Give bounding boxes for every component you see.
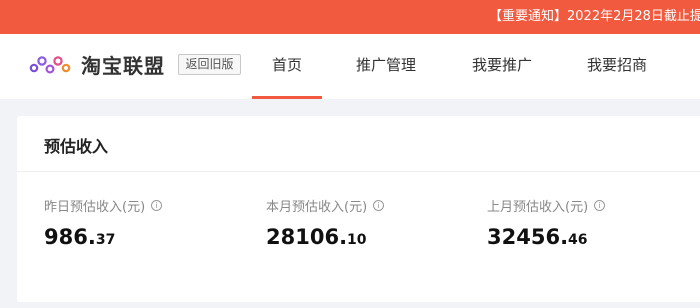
metric-value-decimal: 10 xyxy=(347,232,367,248)
notice-banner[interactable]: 【重要通知】2022年2月28日截止提交 xyxy=(0,0,700,34)
nav-item-home[interactable]: 首页 xyxy=(251,34,323,99)
metric-last-month: 上月预估收入(元) i 32456.46 xyxy=(487,196,700,249)
notice-text[interactable]: 【重要通知】2022年2月28日截止提交 xyxy=(489,0,700,34)
metric-value: 32456.46 xyxy=(487,225,700,249)
metric-value-decimal: 46 xyxy=(568,232,588,248)
metric-label: 本月预估收入(元) xyxy=(266,200,368,215)
divider xyxy=(17,171,700,172)
metric-value-point: . xyxy=(339,225,348,249)
metric-value-point: . xyxy=(560,225,569,249)
metric-value: 28106.10 xyxy=(266,225,486,249)
nav-item-merchant-recruit[interactable]: 我要招商 xyxy=(587,34,647,99)
metric-value: 986.37 xyxy=(44,225,264,249)
nav-item-promote[interactable]: 我要推广 xyxy=(472,34,532,99)
metric-label: 上月预估收入(元) xyxy=(487,200,589,215)
brand-name[interactable]: 淘宝联盟 xyxy=(81,50,165,79)
income-card: 预估收入 昨日预估收入(元) i 986.37 本月预估收入(元) i 2810… xyxy=(17,116,700,302)
metric-yesterday: 昨日预估收入(元) i 986.37 xyxy=(44,196,264,249)
metric-this-month: 本月预估收入(元) i 28106.10 xyxy=(266,196,486,249)
top-nav: 淘宝联盟 返回旧版 首页 推广管理 我要推广 我要招商 xyxy=(0,34,700,99)
metric-value-integer: 28106 xyxy=(266,225,340,249)
metric-value-integer: 986 xyxy=(44,225,88,249)
taobao-union-logo-icon[interactable] xyxy=(28,52,72,78)
metric-label: 昨日预估收入(元) xyxy=(44,200,146,215)
metric-value-decimal: 37 xyxy=(95,232,116,248)
info-icon[interactable]: i xyxy=(594,200,606,211)
metric-value-integer: 32456 xyxy=(487,225,561,249)
info-icon[interactable]: i xyxy=(151,200,163,211)
nav-item-promotion-management[interactable]: 推广管理 xyxy=(356,34,416,99)
metric-value-point: . xyxy=(87,225,96,249)
return-old-version-button[interactable]: 返回旧版 xyxy=(178,54,241,75)
info-icon[interactable]: i xyxy=(373,200,385,211)
income-card-title: 预估收入 xyxy=(44,137,109,156)
